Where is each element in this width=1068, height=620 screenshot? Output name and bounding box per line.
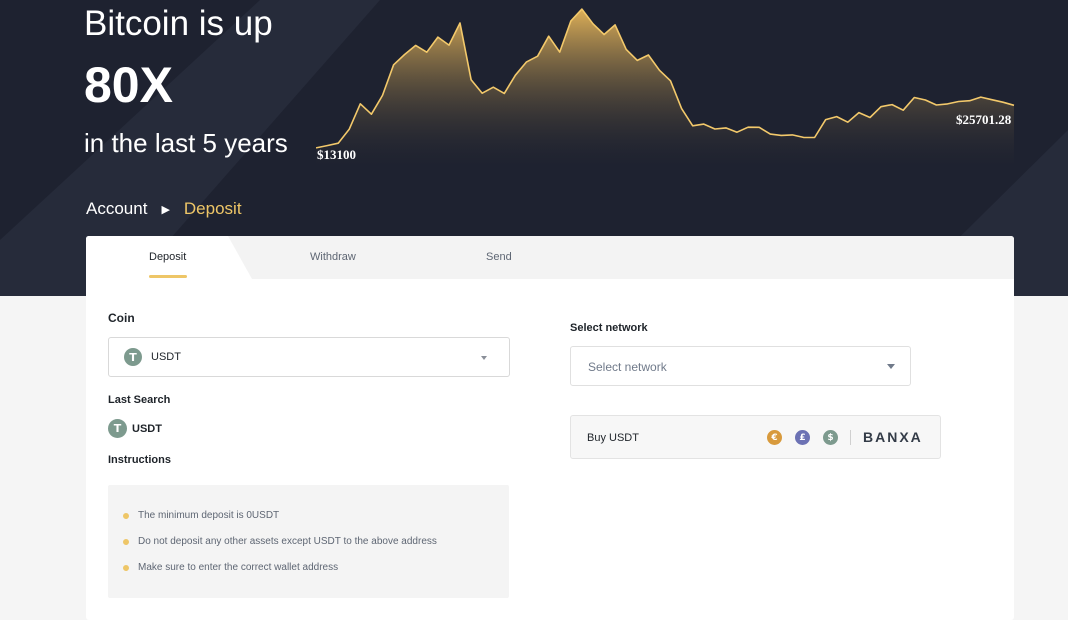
hero-title: Bitcoin is up — [84, 4, 273, 43]
pound-icon: £ — [795, 430, 810, 445]
instruction-item: Make sure to enter the correct wallet ad… — [123, 562, 338, 573]
tab-send[interactable]: Send — [486, 251, 512, 263]
deposit-card: Deposit Withdraw Send Coin T USDT Last S… — [86, 236, 1014, 620]
tether-icon: T — [124, 348, 142, 366]
last-search-item[interactable]: T USDT — [108, 419, 162, 438]
buy-usdt-label: Buy USDT — [587, 432, 639, 444]
price-chart: $13100 $25701.28 — [316, 8, 1015, 168]
coin-label: Coin — [108, 311, 135, 325]
tab-deposit[interactable]: Deposit — [149, 251, 186, 263]
breadcrumb-current: Deposit — [183, 199, 242, 218]
bullet-icon — [123, 564, 129, 571]
chevron-down-icon — [481, 356, 487, 360]
tab-bar: Deposit Withdraw Send — [86, 236, 1014, 279]
price-area — [316, 9, 1014, 168]
coin-select-value: USDT — [151, 351, 181, 363]
chart-start-label: $13100 — [317, 147, 356, 162]
divider — [850, 430, 851, 445]
chevron-down-icon — [887, 364, 895, 369]
last-search-value: USDT — [132, 422, 162, 435]
buy-usdt-banner[interactable]: Buy USDT € £ $ BANXA — [570, 415, 941, 459]
bullet-icon — [123, 538, 129, 545]
instruction-item: The minimum deposit is 0USDT — [123, 510, 279, 521]
instructions-box: The minimum deposit is 0USDT Do not depo… — [108, 485, 509, 598]
tether-icon: T — [108, 419, 127, 438]
chart-end-label: $25701.28 — [956, 112, 1012, 127]
hero-multiplier: 80X — [84, 57, 173, 113]
last-search-label: Last Search — [108, 394, 171, 406]
breadcrumb: Account ▶ Deposit — [86, 199, 242, 219]
euro-icon: € — [767, 430, 782, 445]
bullet-icon — [123, 512, 129, 519]
chevron-right-icon: ▶ — [161, 203, 170, 216]
network-label: Select network — [570, 322, 648, 334]
instruction-item: Do not deposit any other assets except U… — [123, 536, 437, 547]
breadcrumb-account-link[interactable]: Account — [86, 199, 147, 219]
network-select[interactable]: Select network — [570, 346, 911, 386]
coin-select[interactable]: T USDT — [108, 337, 510, 377]
instructions-label: Instructions — [108, 454, 171, 466]
network-select-placeholder: Select network — [588, 360, 667, 374]
instruction-text: The minimum deposit is 0USDT — [138, 510, 280, 521]
hero-subtitle: in the last 5 years — [84, 128, 288, 158]
dollar-icon: $ — [823, 430, 838, 445]
instruction-text: Make sure to enter the correct wallet ad… — [138, 562, 339, 573]
banxa-logo: BANXA — [863, 429, 923, 445]
tab-active-indicator — [149, 275, 187, 278]
instruction-text: Do not deposit any other assets except U… — [138, 536, 437, 547]
tab-withdraw[interactable]: Withdraw — [310, 251, 356, 263]
